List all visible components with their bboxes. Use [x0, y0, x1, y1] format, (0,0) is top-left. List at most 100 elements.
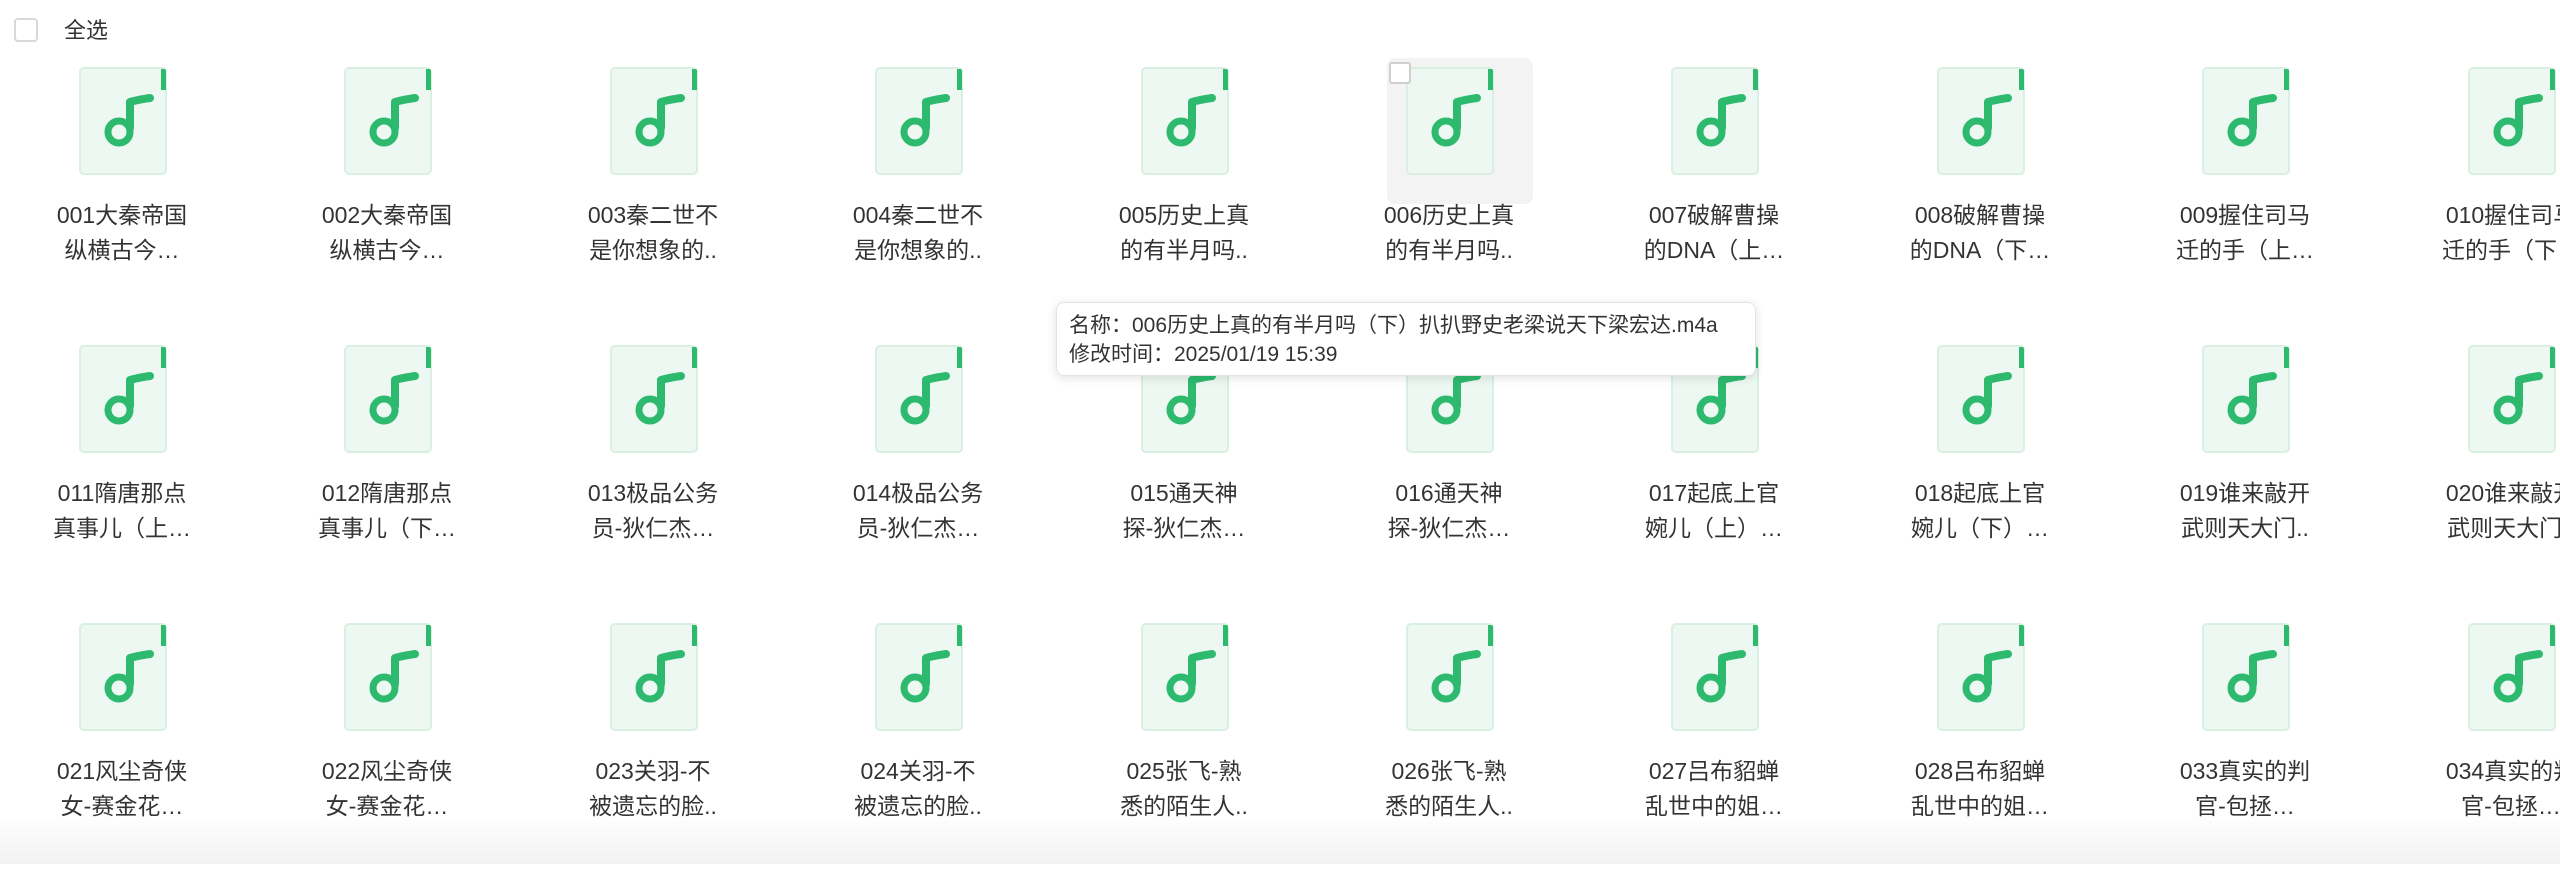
file-name-line2: 员-狄仁杰…: [591, 515, 715, 541]
file-tile[interactable]: 018起底上官 婉儿（下）…: [1848, 328, 2112, 606]
file-tile[interactable]: 004秦二世不 是你想象的..: [786, 50, 1050, 328]
file-name: 002大秦帝国 纵横古今…: [255, 198, 519, 268]
file-name-line1: 020谁来敲开: [2445, 480, 2560, 506]
file-tile[interactable]: 011隋唐那点 真事儿（上…: [0, 328, 254, 606]
file-name-line1: 021风尘奇侠: [56, 758, 188, 784]
file-tile[interactable]: 007破解曹操 的DNA（上…: [1582, 50, 1846, 328]
file-name-line1: 012隋唐那点: [321, 480, 453, 506]
file-tile[interactable]: 020谁来敲开武则天大门..: [2379, 328, 2560, 606]
file-name-line2: 被遗忘的脸..: [589, 793, 717, 819]
file-name: 007破解曹操 的DNA（上…: [1582, 198, 1846, 268]
audio-file-icon: [1936, 344, 2028, 454]
file-tile[interactable]: 010握住司马迁的手（下…: [2379, 50, 2560, 328]
audio-file-icon: [2467, 622, 2559, 732]
audio-file-icon: [1936, 622, 2028, 732]
file-name-line1: 003秦二世不: [587, 202, 719, 228]
file-name: 011隋唐那点 真事儿（上…: [0, 476, 254, 546]
file-tile[interactable]: 034真实的判官-包拯…: [2379, 606, 2560, 884]
file-tile[interactable]: 012隋唐那点 真事儿（下…: [255, 328, 519, 606]
file-name-line1: 019谁来敲开: [2179, 480, 2311, 506]
audio-file-icon: [78, 344, 170, 454]
file-name: 025张飞-熟 悉的陌生人..: [1052, 754, 1316, 824]
file-name-line2: 探-狄仁杰…: [1122, 515, 1246, 541]
file-name-line2: 真事儿（上…: [53, 515, 191, 541]
file-tile[interactable]: 008破解曹操 的DNA（下…: [1848, 50, 2112, 328]
file-tile[interactable]: 024关羽-不 被遗忘的脸..: [786, 606, 1050, 884]
file-name: 021风尘奇侠 女-赛金花…: [0, 754, 254, 824]
file-name-line1: 009握住司马: [2179, 202, 2311, 228]
file-name: 028吕布貂蝉 乱世中的姐…: [1848, 754, 2112, 824]
audio-file-icon: [609, 622, 701, 732]
audio-file-icon: [609, 344, 701, 454]
file-name-line2: 纵横古今…: [64, 237, 180, 263]
file-tile[interactable]: 028吕布貂蝉 乱世中的姐…: [1848, 606, 2112, 884]
file-name-line1: 013极品公务: [587, 480, 719, 506]
file-name-line2: 婉儿（上）…: [1645, 515, 1783, 541]
file-name: 033真实的判 官-包拯…: [2113, 754, 2377, 824]
file-tile[interactable]: 026张飞-熟 悉的陌生人..: [1317, 606, 1581, 884]
file-name: 005历史上真 的有半月吗..: [1052, 198, 1316, 268]
file-name-line1: 006历史上真: [1383, 202, 1515, 228]
file-name-line1: 018起底上官: [1914, 480, 2046, 506]
file-name-line1: 024关羽-不: [860, 758, 976, 784]
file-name: 008破解曹操 的DNA（下…: [1848, 198, 2112, 268]
file-name-line2: 迁的手（下…: [2442, 237, 2560, 263]
file-name-line1: 015通天神: [1130, 480, 1238, 506]
file-tile[interactable]: 006历史上真 的有半月吗..: [1317, 50, 1581, 328]
file-name: 015通天神 探-狄仁杰…: [1052, 476, 1316, 546]
audio-file-icon: [1936, 66, 2028, 176]
audio-file-icon: [2201, 622, 2293, 732]
audio-file-icon: [1140, 66, 1232, 176]
file-tile[interactable]: 014极品公务 员-狄仁杰…: [786, 328, 1050, 606]
file-tile[interactable]: 013极品公务 员-狄仁杰…: [521, 328, 785, 606]
file-name-line2: 员-狄仁杰…: [856, 515, 980, 541]
file-tile[interactable]: 033真实的判 官-包拯…: [2113, 606, 2377, 884]
file-name-line2: 被遗忘的脸..: [854, 793, 982, 819]
file-name-line2: 乱世中的姐…: [1911, 793, 2049, 819]
file-tile[interactable]: 002大秦帝国 纵横古今…: [255, 50, 519, 328]
file-name-line2: 官-包拯…: [2461, 793, 2560, 819]
audio-file-icon: [1670, 622, 1762, 732]
file-name-line1: 027吕布貂蝉: [1648, 758, 1780, 784]
file-tile[interactable]: 019谁来敲开 武则天大门..: [2113, 328, 2377, 606]
file-name-line1: 017起底上官: [1648, 480, 1780, 506]
file-name-line1: 014极品公务: [852, 480, 984, 506]
file-name: 003秦二世不 是你想象的..: [521, 198, 785, 268]
file-name-line1: 034真实的判: [2445, 758, 2560, 784]
audio-file-icon: [343, 66, 435, 176]
file-name-line1: 005历史上真: [1118, 202, 1250, 228]
file-tile[interactable]: 023关羽-不 被遗忘的脸..: [521, 606, 785, 884]
file-name: 024关羽-不 被遗忘的脸..: [786, 754, 1050, 824]
file-name-line2: 的有半月吗..: [1385, 237, 1513, 263]
file-tile[interactable]: 027吕布貂蝉 乱世中的姐…: [1582, 606, 1846, 884]
tooltip-name-line: 名称：006历史上真的有半月吗（下）扒扒野史老梁说天下梁宏达.m4a: [1069, 314, 1718, 337]
file-name-line1: 010握住司马: [2445, 202, 2560, 228]
file-name-line2: 官-包拯…: [2195, 793, 2295, 819]
audio-file-icon: [2201, 66, 2293, 176]
file-name: 012隋唐那点 真事儿（下…: [255, 476, 519, 546]
file-tile[interactable]: 022风尘奇侠 女-赛金花…: [255, 606, 519, 884]
file-name: 013极品公务 员-狄仁杰…: [521, 476, 785, 546]
file-tile[interactable]: 025张飞-熟 悉的陌生人..: [1052, 606, 1316, 884]
file-info-tooltip: 名称：006历史上真的有半月吗（下）扒扒野史老梁说天下梁宏达.m4a 修改时间：…: [1056, 302, 1756, 376]
file-name: 001大秦帝国 纵横古今…: [0, 198, 254, 268]
file-name-line1: 023关羽-不: [595, 758, 711, 784]
file-name-line2: 的有半月吗..: [1120, 237, 1248, 263]
file-name-line1: 025张飞-熟: [1126, 758, 1242, 784]
audio-file-icon: [1140, 622, 1232, 732]
audio-file-icon: [343, 622, 435, 732]
file-tile[interactable]: 005历史上真 的有半月吗..: [1052, 50, 1316, 328]
audio-file-icon: [874, 622, 966, 732]
file-name-line1: 022风尘奇侠: [321, 758, 453, 784]
file-name-line2: 是你想象的..: [854, 237, 982, 263]
file-name-line2: 武则天大门..: [2181, 515, 2309, 541]
file-tile[interactable]: 009握住司马 迁的手（上…: [2113, 50, 2377, 328]
file-tile[interactable]: 003秦二世不 是你想象的..: [521, 50, 785, 328]
file-checkbox[interactable]: [1389, 62, 1411, 84]
file-name-line1: 002大秦帝国: [321, 202, 453, 228]
file-tile[interactable]: 021风尘奇侠 女-赛金花…: [0, 606, 254, 884]
file-name: 010握住司马迁的手（下…: [2379, 198, 2560, 268]
file-name: 014极品公务 员-狄仁杰…: [786, 476, 1050, 546]
audio-file-icon: [78, 66, 170, 176]
file-tile[interactable]: 001大秦帝国 纵横古今…: [0, 50, 254, 328]
